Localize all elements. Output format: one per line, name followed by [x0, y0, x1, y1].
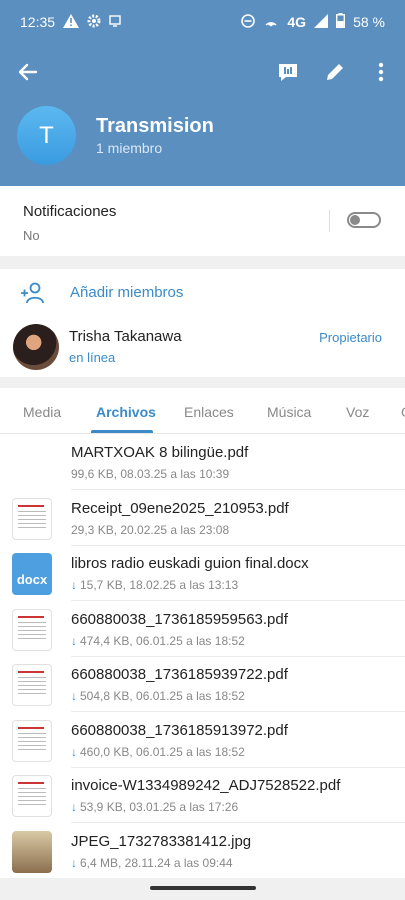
download-icon: ↓: [71, 578, 77, 592]
file-meta: ↓ 474,4 KB, 06.01.25 a las 18:52: [71, 634, 245, 648]
add-members-label: Añadir miembros: [70, 284, 184, 301]
file-size-date: 99,6 KB, 08.03.25 a las 10:39: [71, 467, 230, 481]
download-icon: ↓: [71, 633, 77, 648]
members-section: Añadir miembros Trisha Takanawa en línea…: [0, 269, 405, 377]
file-name: 660880038_1736185939722.pdf: [71, 666, 288, 683]
clock: 12:35: [20, 14, 56, 30]
notifications-value: No: [23, 228, 40, 243]
download-icon: ↓: [71, 855, 77, 870]
download-icon: ↓: [71, 744, 77, 759]
document-thumbnail[interactable]: [12, 664, 52, 706]
active-tab-indicator: [91, 430, 153, 433]
file-meta: ↓ 460,0 KB, 06.01.25 a las 18:52: [71, 745, 245, 759]
file-meta: ↓ 15,7 KB, 18.02.25 a las 13:13: [71, 578, 238, 592]
document-thumbnail[interactable]: [12, 719, 52, 762]
signal-icon: [314, 13, 329, 31]
member-status: en línea: [69, 350, 116, 365]
member-role: Propietario: [319, 330, 382, 345]
file-name: JPEG_1732783381412.jpg: [71, 832, 252, 850]
tab-archivos[interactable]: Archivos: [96, 404, 156, 420]
file-row[interactable]: 660880038_1736185913972.pdf ↓ 460,0 KB, 06…: [0, 713, 405, 768]
file-row[interactable]: 660880038_1736185959563.pdf ↓ 474,4 KB, 06…: [0, 602, 405, 657]
notifications-label: Notificaciones: [23, 203, 117, 220]
toggle-knob: [350, 215, 360, 225]
document-thumbnail[interactable]: [12, 775, 52, 817]
group-avatar[interactable]: T: [17, 106, 76, 165]
member-name: Trisha Takanawa: [69, 328, 182, 345]
file-size-date: 29,3 KB, 20.02.25 a las 23:08: [71, 522, 230, 537]
document-thumbnail[interactable]: [12, 497, 52, 540]
download-icon: ↓: [71, 689, 77, 703]
avatar: [13, 324, 59, 370]
file-name: 660880038_1736185959563.pdf: [71, 610, 288, 628]
tab-voz[interactable]: Voz: [346, 404, 369, 420]
home-indicator[interactable]: [150, 886, 256, 890]
navigation-bar: [0, 878, 405, 900]
file-size-date: 15,7 KB, 18.02.25 a las 13:13: [80, 578, 239, 592]
download-icon: ↓: [71, 800, 77, 814]
file-meta: 99,6 KB, 08.03.25 a las 10:39: [71, 467, 229, 481]
file-name: Receipt_09ene2025_210953.pdf: [71, 499, 289, 517]
group-title: Transmision: [96, 115, 214, 137]
shared-media-section: Media Archivos Enlaces Música Voz G MART…: [0, 388, 405, 879]
file-row[interactable]: 660880038_1736185939722.pdf ↓ 504,8 KB, 06…: [0, 657, 405, 712]
hotspot-icon: [263, 14, 279, 31]
tab-media[interactable]: Media: [23, 404, 61, 420]
live-stream-icon[interactable]: [274, 58, 302, 86]
file-name: 660880038_1736185913972.pdf: [71, 721, 288, 739]
more-options-icon[interactable]: [367, 58, 395, 86]
media-tabs: Media Archivos Enlaces Música Voz G: [0, 388, 405, 434]
settings-status-icon: [87, 14, 101, 31]
member-count: 1 miembro: [96, 140, 163, 156]
file-size-date: 504,8 KB, 06.01.25 a las 18:52: [80, 689, 245, 703]
document-thumbnail[interactable]: [12, 608, 52, 651]
notifications-row[interactable]: Notificaciones No: [0, 186, 405, 256]
file-meta: ↓ 53,9 KB, 03.01.25 a las 17:26: [71, 800, 238, 814]
member-row[interactable]: Trisha Takanawa en línea Propietario: [0, 318, 405, 376]
file-name: invoice-W1334989242_ADJ7528522.pdf: [71, 777, 341, 794]
divider: [329, 210, 330, 232]
file-name: libros radio euskadi guion final.docx: [71, 555, 309, 572]
battery-icon: [336, 13, 346, 31]
dnd-icon: [241, 13, 256, 31]
file-row[interactable]: Receipt_09ene2025_210953.pdf 29,3 KB, 20.…: [0, 491, 405, 546]
image-thumbnail[interactable]: [12, 830, 52, 873]
file-name: MARTXOAK 8 bilingüe.pdf: [71, 444, 249, 461]
add-members-button[interactable]: Añadir miembros: [0, 269, 405, 317]
status-bar: 12:35 4G 58 %: [0, 0, 405, 44]
tab-overflow[interactable]: G: [401, 404, 405, 420]
file-meta: 29,3 KB, 20.02.25 a las 23:08: [71, 523, 229, 537]
edit-pencil-icon[interactable]: [321, 58, 349, 86]
notification-status-icon: [109, 14, 121, 30]
tab-musica[interactable]: Música: [267, 404, 311, 420]
file-size-date: 53,9 KB, 03.01.25 a las 17:26: [80, 800, 239, 814]
back-arrow-icon[interactable]: [14, 58, 42, 86]
file-size-date: 474,4 KB, 06.01.25 a las 18:52: [80, 633, 245, 648]
file-row[interactable]: invoice-W1334989242_ADJ7528522.pdf ↓ 53,9 …: [0, 768, 405, 823]
file-row[interactable]: docx libros radio euskadi guion final.doc…: [0, 546, 405, 601]
notifications-toggle[interactable]: [347, 212, 381, 228]
warning-icon: [63, 13, 80, 31]
add-user-icon: [20, 281, 46, 305]
chat-header: 12:35 4G 58 % T Transmision 1 miembro: [0, 0, 405, 186]
docx-file-icon[interactable]: docx: [12, 553, 52, 595]
file-size-date: 6,4 MB, 28.11.24 a las 09:44: [80, 855, 233, 870]
file-row[interactable]: MARTXOAK 8 bilingüe.pdf 99,6 KB, 08.03.25…: [0, 435, 405, 490]
app-bar: [0, 50, 405, 94]
battery-level: 58 %: [353, 14, 385, 30]
file-size-date: 460,0 KB, 06.01.25 a las 18:52: [80, 744, 245, 759]
tab-enlaces[interactable]: Enlaces: [184, 404, 234, 420]
file-meta: ↓ 6,4 MB, 28.11.24 a las 09:44: [71, 856, 233, 870]
network-type: 4G: [287, 14, 307, 30]
file-row[interactable]: JPEG_1732783381412.jpg ↓ 6,4 MB, 28.11.24 …: [0, 824, 405, 879]
file-meta: ↓ 504,8 KB, 06.01.25 a las 18:52: [71, 689, 245, 703]
